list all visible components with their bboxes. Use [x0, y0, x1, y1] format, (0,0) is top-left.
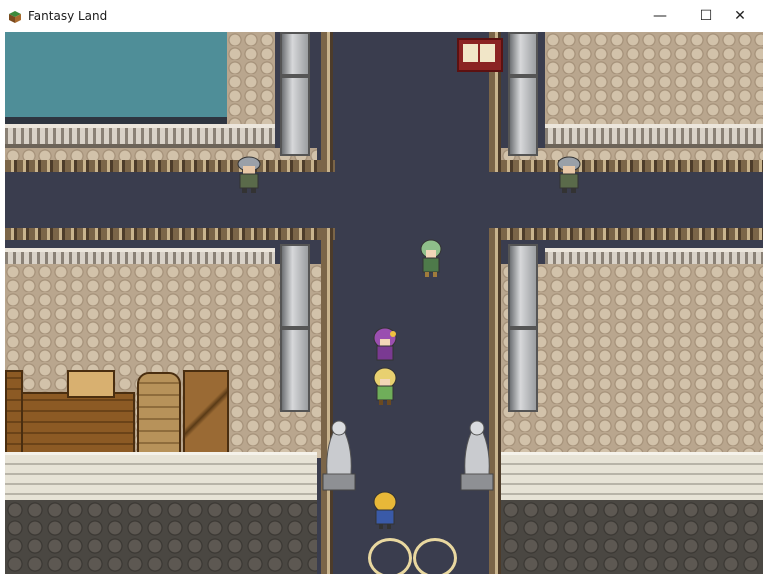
window-title: Fantasy Land: [28, 9, 108, 23]
title-bar: Fantasy Land — ☐ ✕: [0, 0, 763, 32]
wooden-crate: [67, 370, 115, 398]
stone-pillar: [280, 244, 310, 328]
golden-ring-marker: [368, 538, 412, 574]
guard-npc-right[interactable]: [553, 154, 585, 194]
stone-pillar: [280, 76, 310, 156]
guard-npc-left[interactable]: [233, 154, 265, 194]
player-character[interactable]: [369, 490, 401, 530]
close-button[interactable]: ✕: [717, 0, 763, 32]
stone-pillar: [508, 244, 538, 328]
ornate-trim: [489, 228, 763, 240]
golden-ring-marker: [413, 538, 457, 574]
stone-statue: [460, 420, 494, 491]
ornate-trim: [5, 160, 335, 172]
stone-railing: [5, 124, 275, 148]
ornate-trim: [321, 228, 333, 574]
ornate-trim: [489, 228, 501, 574]
cobblestone-area: [227, 32, 275, 127]
cobblestone-area: [545, 32, 763, 124]
stone-pillar: [508, 328, 538, 412]
stone-pillar: [280, 328, 310, 412]
green-haired-npc[interactable]: [415, 238, 447, 278]
stone-railing: [545, 124, 763, 148]
purple-haired-npc[interactable]: [369, 326, 401, 366]
stone-pillar: [508, 76, 538, 156]
stone-pillar: [280, 32, 310, 76]
ornate-trim: [5, 228, 335, 240]
stone-wall: [501, 452, 763, 503]
wooden-crate: [183, 370, 229, 456]
minimize-button[interactable]: —: [637, 0, 683, 32]
ornate-trim: [321, 32, 333, 172]
app-icon: [9, 11, 21, 23]
dark-cobblestone: [501, 500, 763, 574]
game-canvas[interactable]: [5, 32, 763, 574]
ornate-trim: [489, 160, 763, 172]
stone-pillar: [508, 32, 538, 76]
stone-statue: [322, 420, 356, 491]
wooden-crate-stack: [21, 392, 135, 456]
cobblestone-floor: [501, 264, 763, 458]
barrel: [137, 372, 181, 456]
dark-cobblestone: [5, 500, 317, 574]
blonde-party-member[interactable]: [369, 366, 401, 406]
open-book-icon[interactable]: [457, 38, 503, 72]
stone-wall: [5, 452, 317, 503]
